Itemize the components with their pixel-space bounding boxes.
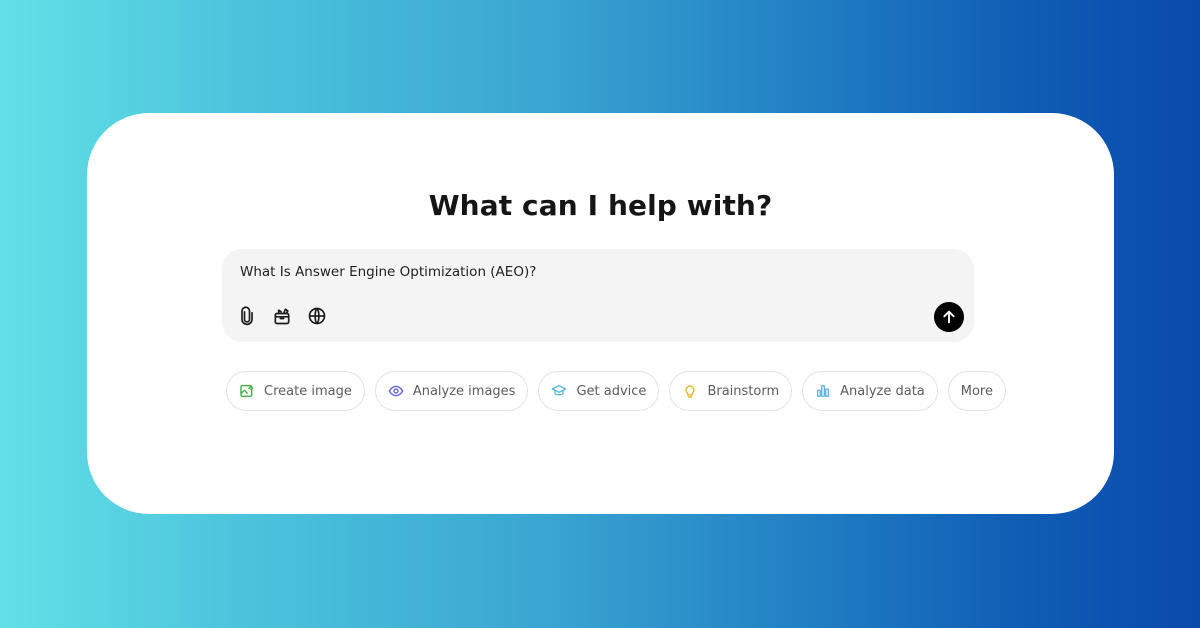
- paperclip-icon: [241, 306, 253, 326]
- message-input[interactable]: What Is Answer Engine Optimization (AEO)…: [240, 264, 536, 280]
- send-button[interactable]: [934, 302, 964, 332]
- tools-button[interactable]: [271, 305, 293, 327]
- chip-analyze-images[interactable]: Analyze images: [374, 371, 529, 411]
- lightbulb-icon: [685, 385, 696, 398]
- chip-create-image[interactable]: Create image: [226, 371, 365, 411]
- bar-chart-icon: [817, 385, 830, 397]
- chip-brainstorm[interactable]: Brainstorm: [669, 371, 793, 411]
- message-composer[interactable]: What Is Answer Engine Optimization (AEO)…: [222, 249, 974, 342]
- chip-more[interactable]: More: [947, 371, 1006, 411]
- suggestion-chips: Create image Analyze images Get advice B…: [226, 371, 1006, 411]
- attach-button[interactable]: [236, 305, 258, 327]
- globe-icon: [308, 307, 326, 325]
- chat-home-card: What can I help with? What Is Answer Eng…: [87, 113, 1114, 514]
- chip-label: Create image: [264, 383, 352, 399]
- graduation-cap-icon: [552, 385, 567, 396]
- search-web-button[interactable]: [306, 305, 328, 327]
- chip-label: Analyze data: [840, 383, 925, 399]
- chip-label: Brainstorm: [707, 383, 780, 399]
- toolbox-icon: [274, 308, 290, 325]
- create-image-icon: [240, 384, 254, 398]
- chip-label: Analyze images: [412, 383, 516, 399]
- page-title: What can I help with?: [428, 189, 773, 222]
- chip-get-advice[interactable]: Get advice: [538, 371, 660, 411]
- chip-label: More: [960, 383, 993, 399]
- eye-icon: [388, 385, 404, 397]
- chip-label: Get advice: [576, 383, 647, 399]
- chip-analyze-data[interactable]: Analyze data: [802, 371, 938, 411]
- arrow-up-icon: [943, 310, 955, 324]
